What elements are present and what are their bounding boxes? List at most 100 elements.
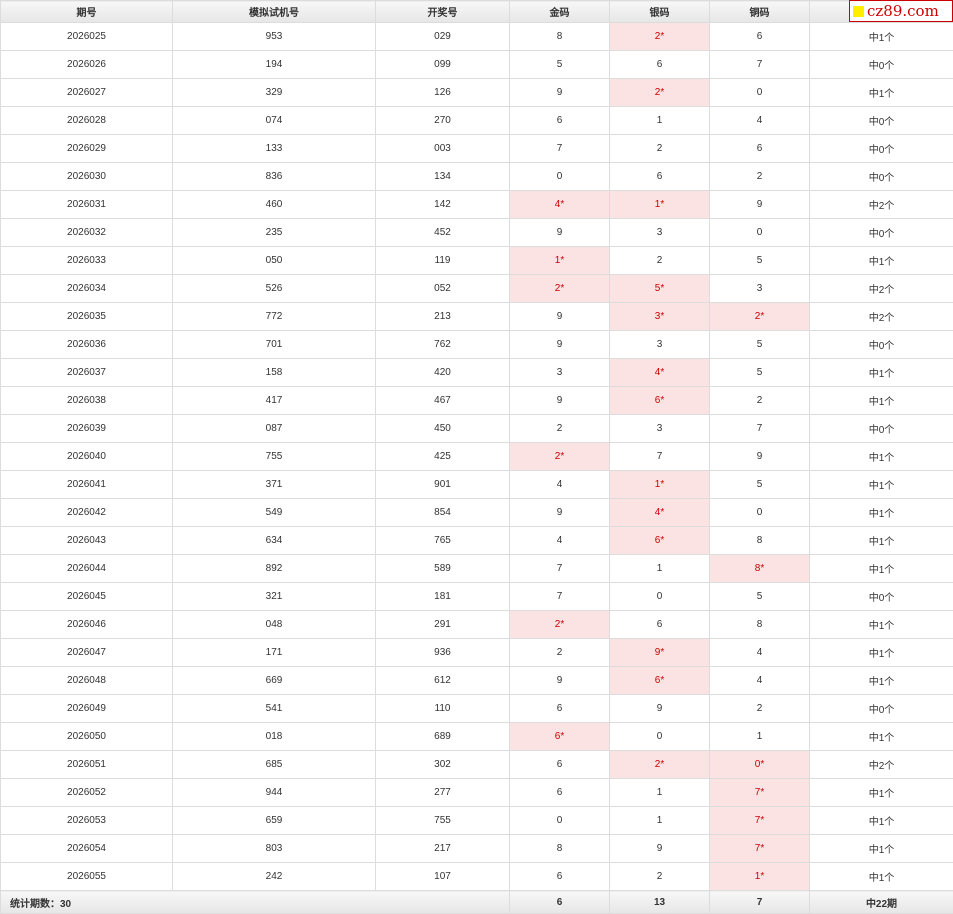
silver-code-cell: 6 xyxy=(609,50,710,79)
issue-cell: 2026053 xyxy=(0,806,173,835)
bronze-code-cell: 0* xyxy=(709,750,810,779)
silver-code-cell: 9* xyxy=(609,638,710,667)
gold-code-cell: 4 xyxy=(509,526,610,555)
draw-number-cell: 029 xyxy=(375,22,510,51)
site-watermark: cz89.com xyxy=(849,0,953,22)
table-row: 2026047 171 936 2 9* 4 中1个 xyxy=(0,638,953,667)
bronze-code-cell: 4 xyxy=(709,666,810,695)
table-row: 2026038 417 467 9 6* 2 中1个 xyxy=(0,386,953,415)
sim-number-cell: 701 xyxy=(172,330,376,359)
bronze-code-cell: 5 xyxy=(709,358,810,387)
silver-code-cell: 6* xyxy=(609,386,710,415)
bronze-code-cell: 5 xyxy=(709,330,810,359)
silver-code-cell: 5* xyxy=(609,274,710,303)
result-cell: 中1个 xyxy=(809,722,953,751)
table-row: 2026053 659 755 0 1 7* 中1个 xyxy=(0,806,953,835)
sim-number-cell: 087 xyxy=(172,414,376,443)
col-header-draw: 开奖号 xyxy=(375,0,510,23)
result-cell: 中0个 xyxy=(809,582,953,611)
result-cell: 中1个 xyxy=(809,862,953,891)
draw-number-cell: 052 xyxy=(375,274,510,303)
result-cell: 中0个 xyxy=(809,414,953,443)
gold-code-cell: 9 xyxy=(509,302,610,331)
silver-code-cell: 4* xyxy=(609,358,710,387)
table-row: 2026027 329 126 9 2* 0 中1个 xyxy=(0,78,953,107)
silver-code-cell: 2 xyxy=(609,862,710,891)
sim-number-cell: 371 xyxy=(172,470,376,499)
issue-cell: 2026045 xyxy=(0,582,173,611)
result-cell: 中0个 xyxy=(809,162,953,191)
draw-number-cell: 612 xyxy=(375,666,510,695)
draw-number-cell: 452 xyxy=(375,218,510,247)
bronze-code-cell: 2 xyxy=(709,694,810,723)
footer-result-total: 中22期 xyxy=(809,890,953,914)
table-row: 2026049 541 110 6 9 2 中0个 xyxy=(0,694,953,723)
result-cell: 中0个 xyxy=(809,330,953,359)
draw-number-cell: 126 xyxy=(375,78,510,107)
sim-number-cell: 050 xyxy=(172,246,376,275)
gold-code-cell: 8 xyxy=(509,834,610,863)
draw-number-cell: 134 xyxy=(375,162,510,191)
draw-number-cell: 450 xyxy=(375,414,510,443)
result-cell: 中1个 xyxy=(809,358,953,387)
draw-number-cell: 425 xyxy=(375,442,510,471)
draw-number-cell: 003 xyxy=(375,134,510,163)
bronze-code-cell: 7* xyxy=(709,806,810,835)
sim-number-cell: 321 xyxy=(172,582,376,611)
table-row: 2026041 371 901 4 1* 5 中1个 xyxy=(0,470,953,499)
gold-code-cell: 9 xyxy=(509,218,610,247)
bronze-code-cell: 0 xyxy=(709,78,810,107)
issue-cell: 2026037 xyxy=(0,358,173,387)
silver-code-cell: 1 xyxy=(609,106,710,135)
silver-code-cell: 1* xyxy=(609,190,710,219)
sim-number-cell: 242 xyxy=(172,862,376,891)
draw-number-cell: 467 xyxy=(375,386,510,415)
issue-cell: 2026031 xyxy=(0,190,173,219)
bronze-code-cell: 2* xyxy=(709,302,810,331)
table-row: 2026035 772 213 9 3* 2* 中2个 xyxy=(0,302,953,331)
sim-number-cell: 235 xyxy=(172,218,376,247)
gold-code-cell: 7 xyxy=(509,582,610,611)
sim-number-cell: 018 xyxy=(172,722,376,751)
table-row: 2026052 944 277 6 1 7* 中1个 xyxy=(0,778,953,807)
issue-cell: 2026027 xyxy=(0,78,173,107)
footer-period-count: 统计期数：30 xyxy=(0,890,510,914)
draw-number-cell: 936 xyxy=(375,638,510,667)
issue-cell: 2026052 xyxy=(0,778,173,807)
issue-cell: 2026028 xyxy=(0,106,173,135)
silver-code-cell: 9 xyxy=(609,694,710,723)
footer-gold-total: 6 xyxy=(509,890,610,914)
table-row: 2026048 669 612 9 6* 4 中1个 xyxy=(0,666,953,695)
bronze-code-cell: 4 xyxy=(709,638,810,667)
result-cell: 中1个 xyxy=(809,246,953,275)
table-row: 2026028 074 270 6 1 4 中0个 xyxy=(0,106,953,135)
bronze-code-cell: 4 xyxy=(709,106,810,135)
table-row: 2026046 048 291 2* 6 8 中1个 xyxy=(0,610,953,639)
result-cell: 中2个 xyxy=(809,302,953,331)
table-row: 2026037 158 420 3 4* 5 中1个 xyxy=(0,358,953,387)
draw-number-cell: 302 xyxy=(375,750,510,779)
sim-number-cell: 685 xyxy=(172,750,376,779)
sim-number-cell: 074 xyxy=(172,106,376,135)
draw-number-cell: 420 xyxy=(375,358,510,387)
silver-code-cell: 3 xyxy=(609,414,710,443)
bronze-code-cell: 8 xyxy=(709,610,810,639)
table-row: 2026033 050 119 1* 2 5 中1个 xyxy=(0,246,953,275)
gold-code-cell: 4 xyxy=(509,470,610,499)
silver-code-cell: 6 xyxy=(609,610,710,639)
bronze-code-cell: 8 xyxy=(709,526,810,555)
silver-code-cell: 2* xyxy=(609,78,710,107)
sim-number-cell: 048 xyxy=(172,610,376,639)
result-cell: 中1个 xyxy=(809,778,953,807)
bronze-code-cell: 5 xyxy=(709,582,810,611)
sim-number-cell: 953 xyxy=(172,22,376,51)
bronze-code-cell: 1* xyxy=(709,862,810,891)
silver-code-cell: 2* xyxy=(609,750,710,779)
sim-number-cell: 836 xyxy=(172,162,376,191)
table-row: 2026029 133 003 7 2 6 中0个 xyxy=(0,134,953,163)
gold-code-cell: 7 xyxy=(509,554,610,583)
bronze-code-cell: 5 xyxy=(709,470,810,499)
draw-number-cell: 854 xyxy=(375,498,510,527)
gold-code-cell: 6* xyxy=(509,722,610,751)
issue-cell: 2026036 xyxy=(0,330,173,359)
